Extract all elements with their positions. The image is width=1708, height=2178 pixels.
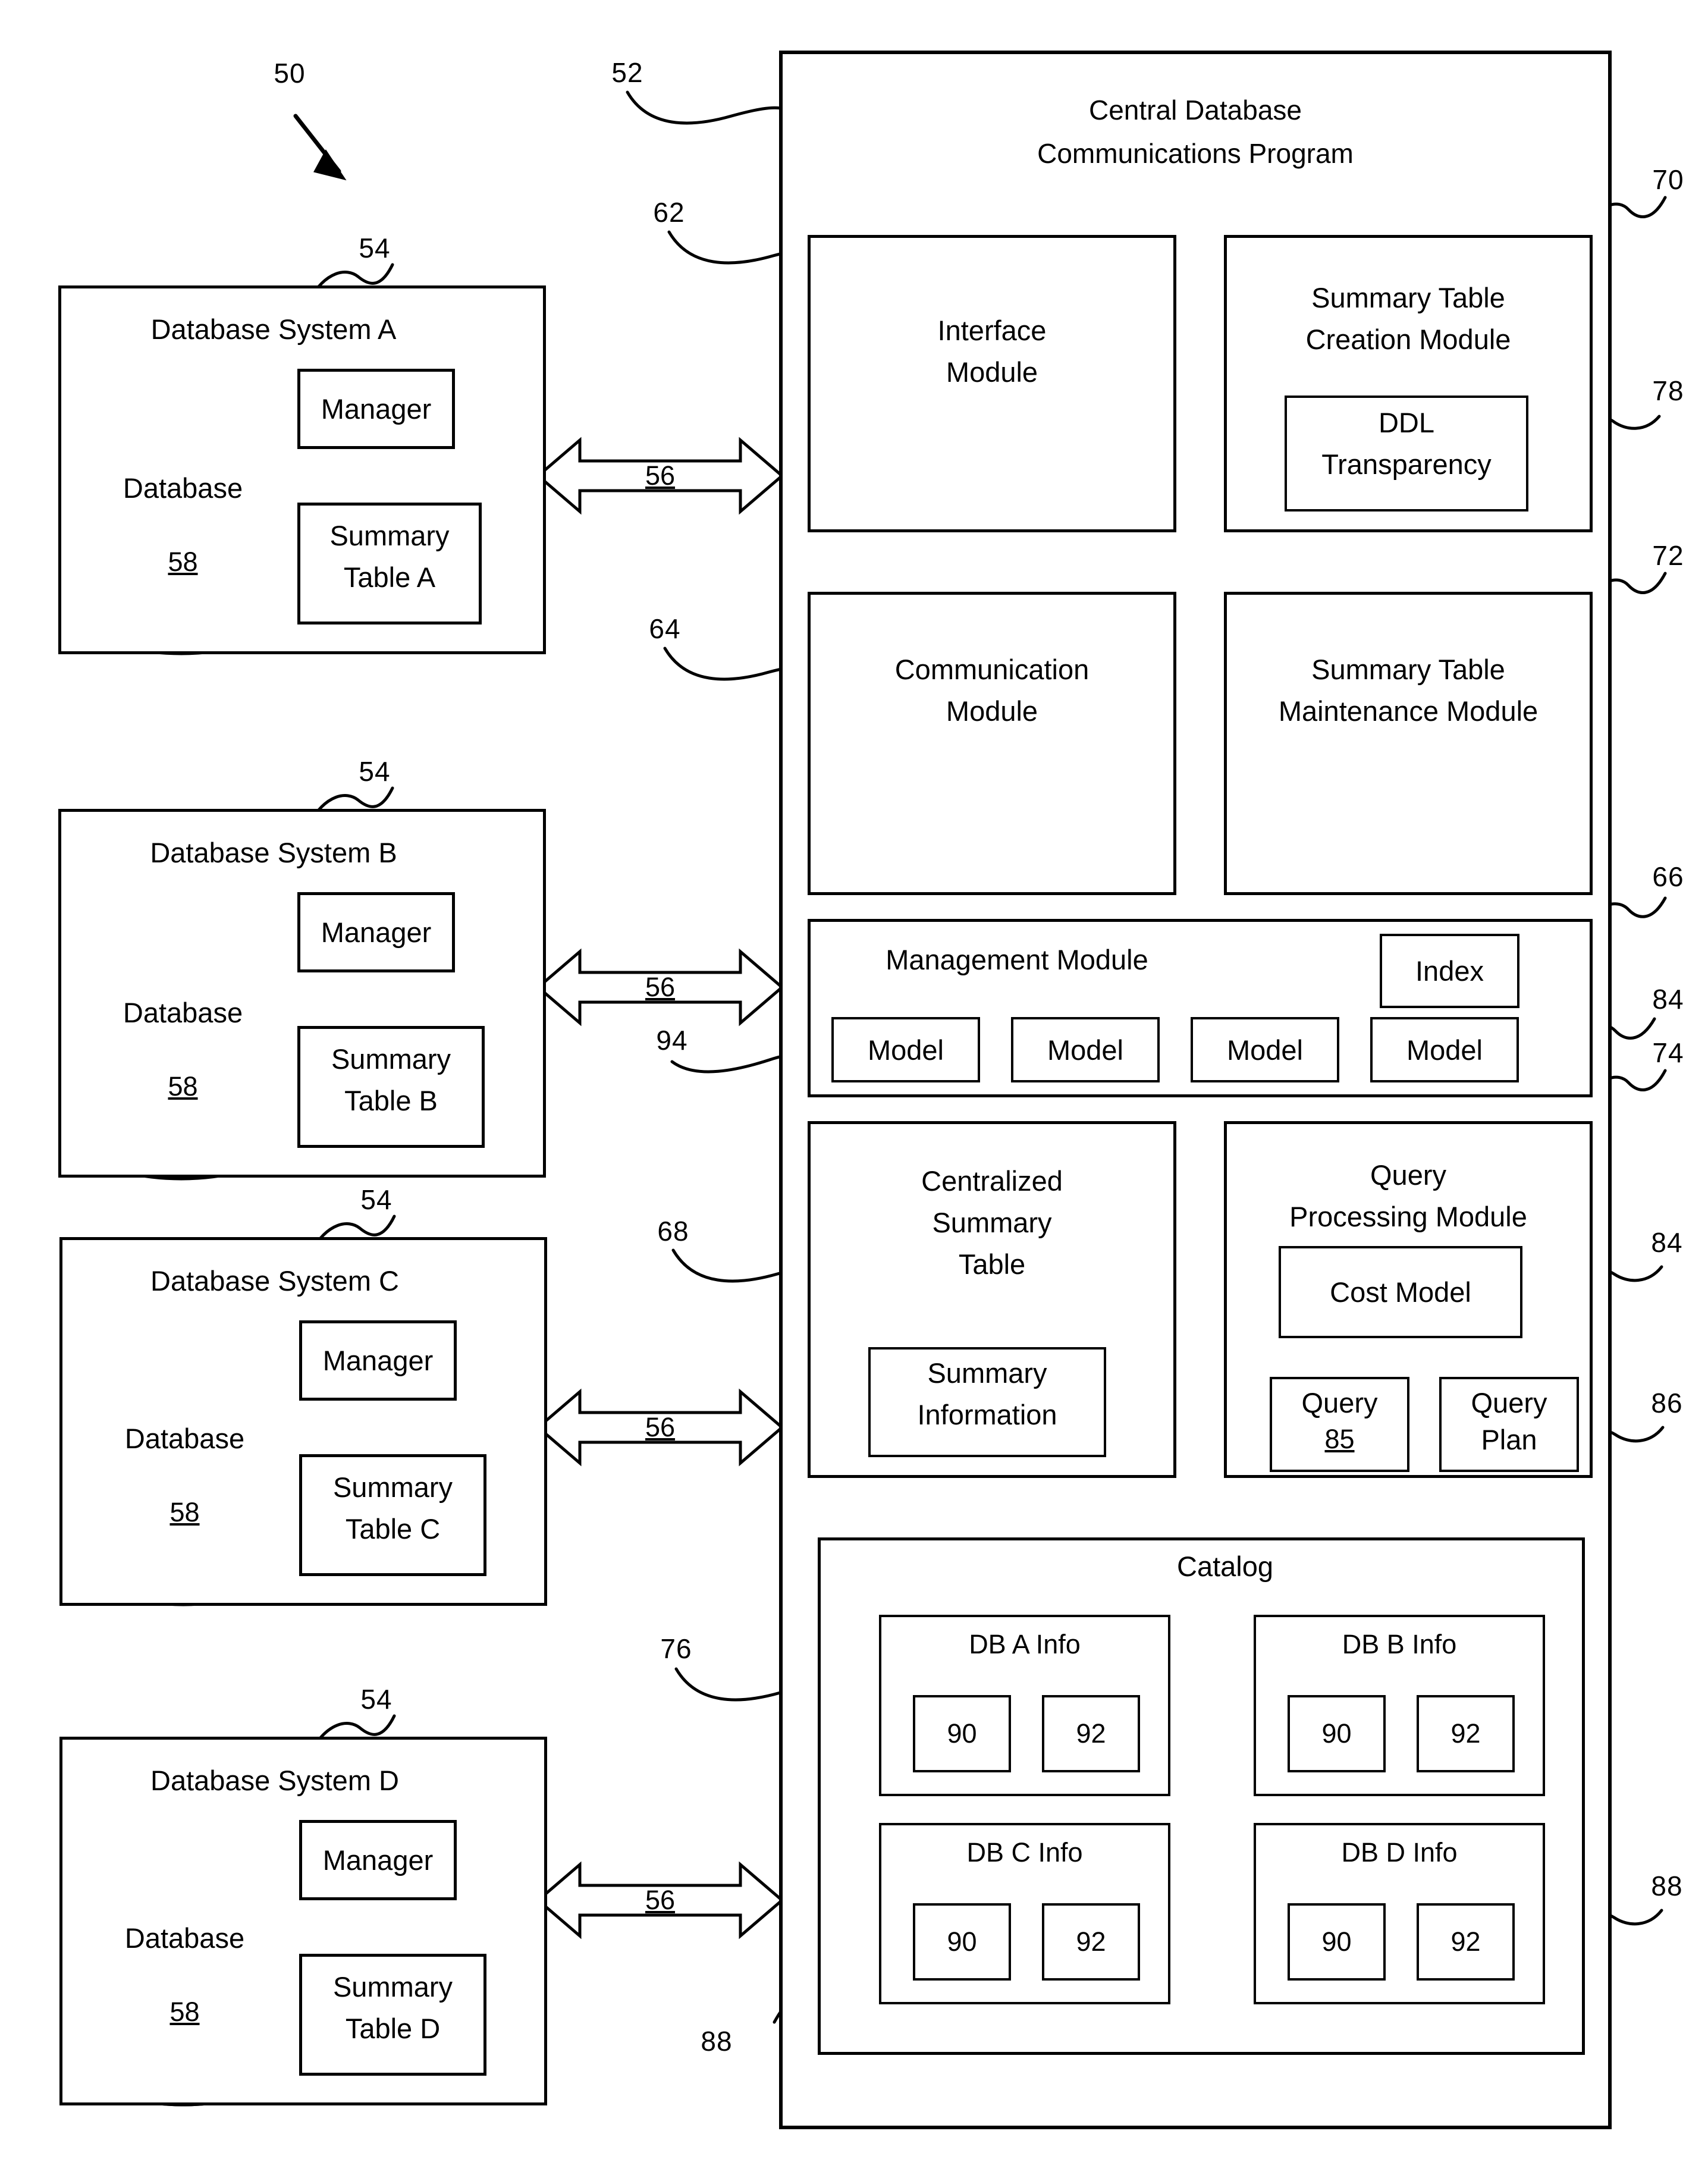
db-b-manager-label: Manager: [321, 917, 432, 948]
communication-module[interactable]: [808, 592, 1176, 895]
db-c-info-sub-90-label: 90: [947, 1926, 977, 1957]
db-a-info-title: DB A Info: [969, 1629, 1081, 1659]
database-system-a-title: Database System A: [150, 313, 397, 345]
db-d-summary-table-line1: Summary: [332, 1970, 453, 2003]
ref-84-model: 84: [1652, 984, 1684, 1015]
db-b-cylinder-label: Database: [123, 996, 243, 1028]
ref-72: 72: [1652, 540, 1684, 571]
ref-50: 50: [274, 58, 306, 89]
db-c-manager-label: Manager: [322, 1345, 434, 1376]
database-system-c-title: Database System C: [150, 1265, 399, 1297]
summary-table-maintenance-line1: Summary Table: [1311, 653, 1505, 685]
db-d-cylinder-label: Database: [124, 1922, 245, 1954]
db-d-cylinder-number: 58: [169, 1997, 200, 2027]
summary-table-maintenance-line2: Maintenance Module: [1278, 695, 1539, 727]
ref-94: 94: [656, 1025, 688, 1056]
ref-84-cost-model: 84: [1651, 1227, 1683, 1258]
query-processing-line2: Processing Module: [1289, 1200, 1527, 1232]
summary-table-creation-line2: Creation Module: [1305, 323, 1511, 355]
ref-54-d: 54: [360, 1684, 393, 1715]
ref-54-b: 54: [359, 756, 391, 787]
ref-74: 74: [1652, 1037, 1684, 1068]
db-b-info-title: DB B Info: [1342, 1629, 1457, 1659]
ddl-transparency-line2: Transparency: [1321, 448, 1492, 480]
interface-module-line1: Interface: [937, 314, 1047, 346]
ref-70: 70: [1652, 164, 1684, 195]
db-a-summary-table-line2: Table A: [343, 561, 436, 593]
summary-table-creation-line1: Summary Table: [1311, 281, 1505, 313]
query-processing-line1: Query: [1370, 1159, 1446, 1191]
management-index-label: Index: [1415, 955, 1484, 987]
ref-54-c: 54: [360, 1184, 393, 1215]
cost-model-label: Cost Model: [1330, 1276, 1471, 1308]
db-a-cylinder-label: Database: [123, 472, 243, 504]
db-d-summary-table-line2: Table D: [345, 2012, 441, 2044]
db-b-cylinder-number: 58: [168, 1071, 198, 1101]
db-c-summary-table-line1: Summary: [332, 1471, 453, 1503]
ref-68: 68: [657, 1216, 689, 1247]
summary-information-line2: Information: [917, 1398, 1057, 1430]
ref-54-a: 54: [359, 233, 391, 263]
centralized-summary-line3: Table: [958, 1248, 1026, 1280]
database-system-b-title: Database System B: [150, 837, 397, 868]
db-d-manager-label: Manager: [322, 1844, 434, 1876]
db-d-info-title: DB D Info: [1341, 1837, 1458, 1868]
interface-module-line2: Module: [946, 356, 1038, 388]
ref-78: 78: [1652, 375, 1684, 406]
management-model-1-label: Model: [867, 1034, 944, 1066]
db-a-manager-label: Manager: [321, 393, 432, 425]
management-model-4-label: Model: [1406, 1034, 1483, 1066]
db-b-info-sub-90-label: 90: [1321, 1718, 1352, 1749]
db-c-cylinder-label: Database: [124, 1422, 245, 1454]
db-c-info-sub-92-label: 92: [1076, 1926, 1106, 1957]
db-b-summary-table-line2: Table B: [344, 1084, 438, 1116]
centralized-summary-line1: Centralized: [921, 1165, 1063, 1197]
leader-52: [626, 90, 786, 125]
ref-50-arrow: [293, 114, 347, 181]
central-program-title-line2: Communications Program: [1037, 138, 1354, 169]
management-model-3-label: Model: [1226, 1034, 1303, 1066]
communication-module-line1: Communication: [894, 653, 1090, 685]
ref-52: 52: [611, 57, 643, 88]
centralized-summary-line2: Summary: [932, 1206, 1052, 1238]
db-a-cylinder-number: 58: [168, 547, 198, 577]
catalog-title: Catalog: [1177, 1551, 1273, 1582]
database-system-d-title: Database System D: [150, 1765, 399, 1796]
db-d-info-sub-92-label: 92: [1450, 1926, 1481, 1957]
query-plan-line2: Plan: [1481, 1423, 1537, 1455]
query-box-number: 85: [1324, 1424, 1355, 1454]
link-label-d: 56: [645, 1885, 676, 1915]
summary-table-maintenance-module[interactable]: [1224, 592, 1593, 895]
central-program-title-line1: Central Database: [1089, 95, 1302, 125]
management-model-2-label: Model: [1047, 1034, 1123, 1066]
ref-88-bottom-left: 88: [701, 2026, 733, 2057]
db-c-summary-table-line2: Table C: [345, 1512, 441, 1545]
ref-66: 66: [1652, 861, 1684, 892]
ref-86-query: 86: [1651, 1388, 1683, 1418]
ref-88-right: 88: [1651, 1871, 1683, 1901]
patent-figure-canvas: 50 52 62 64 94 68 76 88 70 78 72 66 84 7…: [0, 0, 1708, 2178]
query-box-line1: Query: [1301, 1386, 1378, 1418]
ddl-transparency-line1: DDL: [1378, 406, 1435, 438]
db-a-info-sub-92-label: 92: [1076, 1718, 1106, 1749]
query-plan-line1: Query: [1471, 1386, 1547, 1418]
db-c-info-title: DB C Info: [966, 1837, 1083, 1868]
ref-76: 76: [660, 1633, 692, 1664]
summary-information-line1: Summary: [927, 1357, 1047, 1389]
db-a-summary-table-line1: Summary: [329, 519, 450, 551]
ref-62: 62: [653, 197, 685, 228]
db-b-info-sub-92-label: 92: [1450, 1718, 1481, 1749]
db-a-info-sub-90-label: 90: [947, 1718, 977, 1749]
link-label-a: 56: [645, 460, 676, 491]
management-module-title: Management Module: [886, 944, 1148, 975]
link-label-b: 56: [645, 972, 676, 1002]
communication-module-line2: Module: [946, 695, 1038, 727]
db-b-summary-table-line1: Summary: [331, 1043, 451, 1075]
db-c-cylinder-number: 58: [169, 1497, 200, 1527]
db-d-info-sub-90-label: 90: [1321, 1926, 1352, 1957]
link-label-c: 56: [645, 1412, 676, 1442]
ref-64: 64: [649, 613, 681, 644]
